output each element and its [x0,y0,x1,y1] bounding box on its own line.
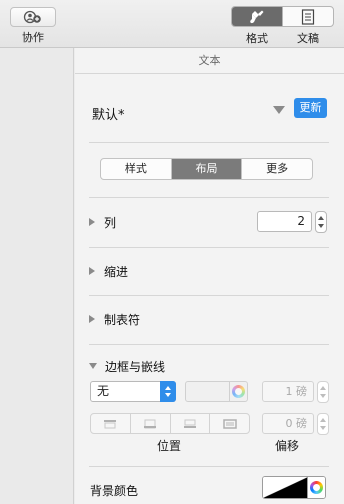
background-color-picker-button[interactable] [307,477,325,498]
divider [89,466,329,467]
paintbrush-icon [250,10,264,23]
divider [89,142,329,143]
stepper-up-icon [320,418,326,422]
position-middle-button[interactable] [129,414,170,433]
position-top-button[interactable] [91,414,130,433]
offset-field[interactable]: 0 磅 [262,413,314,434]
disclosure-down-icon [89,363,97,369]
collaborate-button[interactable] [10,7,56,27]
document-label: 文稿 [297,32,319,45]
update-style-button[interactable]: 更新 [294,98,327,118]
columns-label: 列 [104,215,117,230]
columns-section-header[interactable]: 列 [89,213,116,231]
color-wheel-icon [232,385,245,398]
inspector-switch [231,6,334,27]
border-top-icon [104,419,117,428]
disclosure-right-icon [89,218,95,226]
stepper-down-icon [318,224,324,228]
divider [89,295,329,296]
border-color-well[interactable] [185,381,248,402]
collaborate-label: 协作 [22,31,44,44]
offset-label: 偏移 [275,439,300,453]
border-position-group [90,413,250,434]
color-wheel-icon [310,481,323,494]
columns-stepper[interactable] [315,211,327,233]
border-width-stepper[interactable] [317,381,329,403]
tab-layout[interactable]: 布局 [170,159,242,179]
offset-stepper[interactable] [317,413,329,435]
columns-field[interactable]: 2 [257,211,312,232]
toolbar: 协作 格式 文稿 [0,0,344,48]
border-color-picker-button[interactable] [229,382,247,401]
borders-section-header[interactable]: 边框与嵌线 [89,357,165,375]
position-bottom-button[interactable] [169,414,210,433]
indent-section-header[interactable]: 缩进 [89,262,128,280]
tab-more[interactable]: 更多 [241,159,312,179]
border-middle-icon [144,419,157,428]
stepper-down-icon [320,394,326,398]
tabs-section-header[interactable]: 制表符 [89,310,140,328]
border-width-field[interactable]: 1 磅 [262,381,314,402]
divider [89,247,329,248]
border-style-value: 无 [97,384,110,398]
panel-title: 文本 [75,48,344,74]
disclosure-right-icon [89,315,95,323]
stepper-down-icon [320,426,326,430]
document-icon [301,8,315,25]
divider [89,197,329,198]
border-bottom-icon [183,419,196,428]
tabs-section-label: 制表符 [104,312,141,327]
borders-label: 边框与嵌线 [105,359,166,374]
format-button[interactable] [232,7,282,26]
document-button[interactable] [282,7,333,26]
position-label: 位置 [157,439,182,453]
style-menu-arrow-icon[interactable] [273,106,285,114]
format-inspector: 文本 默认* 更新 样式 布局 更多 列 2 缩进 制表符 边框与嵌线 无 1 … [75,48,344,504]
tab-style[interactable]: 样式 [101,159,171,179]
indent-label: 缩进 [104,264,129,279]
border-box-icon [222,418,237,429]
border-style-select[interactable]: 无 [90,381,176,402]
position-box-button[interactable] [209,414,249,433]
background-color-label: 背景颜色 [90,484,139,498]
disclosure-right-icon [89,267,95,275]
collaborate-icon [23,10,41,24]
inspector-tabs: 样式 布局 更多 [100,158,313,180]
divider [89,344,329,345]
background-color-swatch[interactable] [263,477,308,498]
paragraph-style-name[interactable]: 默认* [92,104,125,123]
stepper-up-icon [318,216,324,220]
stepper-up-icon [320,386,326,390]
left-sidebar [0,48,74,504]
background-color-well[interactable] [262,476,326,499]
format-label: 格式 [246,32,268,45]
select-arrows-icon [160,381,176,402]
